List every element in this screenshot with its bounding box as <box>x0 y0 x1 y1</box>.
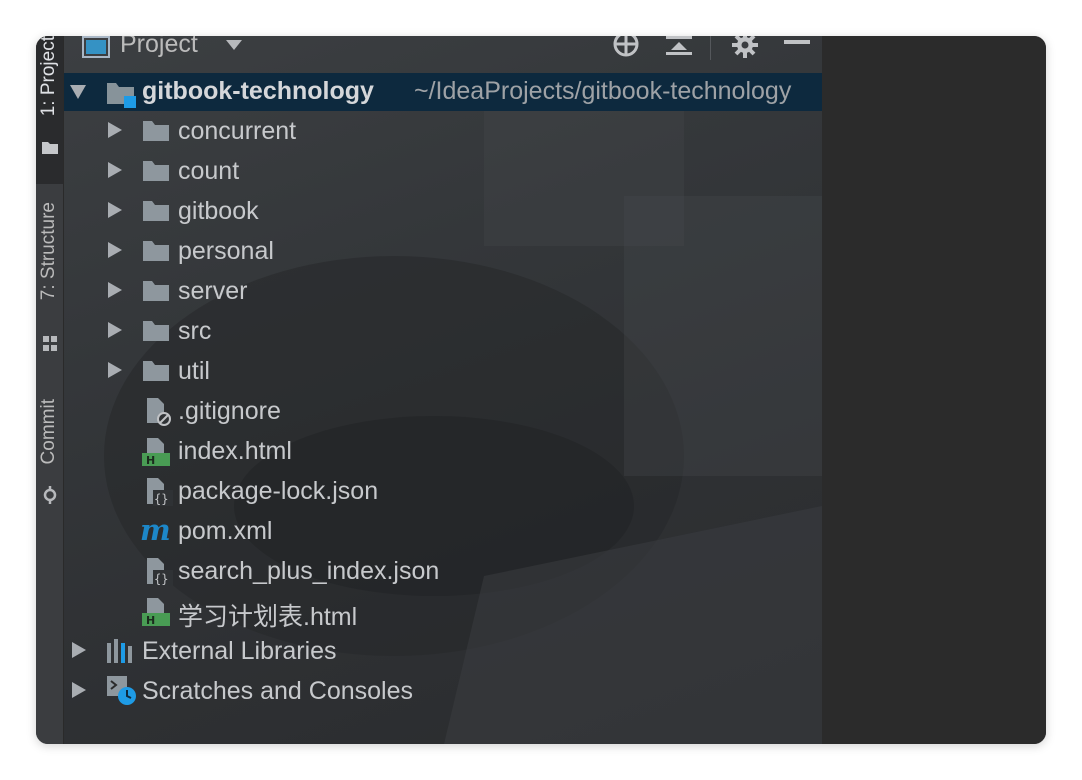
gear-icon[interactable] <box>730 36 760 60</box>
folder-icon <box>143 281 169 301</box>
json-file-icon: {} <box>147 558 173 586</box>
item-label: pom.xml <box>178 517 273 545</box>
tree-item-src[interactable]: src <box>64 313 822 353</box>
expand-arrow-icon[interactable] <box>70 85 86 99</box>
folder-icon <box>143 361 169 381</box>
ide-window: 1: Project 7: Structure Commit Project g… <box>36 36 1046 744</box>
folder-icon <box>143 161 169 181</box>
tree-item-gitignore[interactable]: .gitignore <box>64 393 822 433</box>
tree-item-util[interactable]: util <box>64 353 822 393</box>
item-label: index.html <box>178 437 292 465</box>
folder-icon <box>143 201 169 221</box>
item-label: .gitignore <box>178 397 281 425</box>
tab-commit[interactable]: Commit <box>36 391 63 511</box>
collapsed-arrow-icon[interactable] <box>108 162 122 178</box>
svg-text:H: H <box>146 614 155 627</box>
collapsed-arrow-icon[interactable] <box>72 642 86 658</box>
minimize-icon[interactable] <box>784 38 810 46</box>
structure-icon <box>43 336 57 351</box>
item-label: src <box>178 317 212 345</box>
tree-item-personal[interactable]: personal <box>64 233 822 273</box>
panel-title[interactable]: Project <box>120 36 198 59</box>
tree-root-row[interactable]: gitbook-technology ~/IdeaProjects/gitboo… <box>64 73 822 111</box>
gitignore-file-icon <box>147 398 171 426</box>
collapsed-arrow-icon[interactable] <box>108 122 122 138</box>
item-label: gitbook <box>178 197 259 225</box>
tree-item-scratches[interactable]: Scratches and Consoles <box>64 673 822 713</box>
tab-project[interactable]: 1: Project <box>36 36 63 184</box>
svg-text:{}: {} <box>154 572 168 586</box>
html-file-icon: H <box>142 438 170 467</box>
item-label: package-lock.json <box>178 477 379 505</box>
svg-text:m: m <box>140 517 171 547</box>
folder-icon <box>42 142 58 154</box>
tool-window-strip: 1: Project 7: Structure Commit <box>36 36 64 744</box>
tree-item-external-libraries[interactable]: External Libraries <box>64 633 822 673</box>
tree-item-concurrent[interactable]: concurrent <box>64 113 822 153</box>
tree-item-search-plus-index[interactable]: {} search_plus_index.json <box>64 553 822 593</box>
collapsed-arrow-icon[interactable] <box>108 242 122 258</box>
tab-structure[interactable]: 7: Structure <box>36 196 63 361</box>
item-label: Scratches and Consoles <box>142 677 413 705</box>
tree-item-package-lock[interactable]: {} package-lock.json <box>64 473 822 513</box>
root-path: ~/IdeaProjects/gitbook-technology <box>414 77 792 105</box>
item-label: count <box>178 157 240 185</box>
folder-icon <box>143 321 169 341</box>
locate-icon[interactable] <box>610 36 642 60</box>
collapsed-arrow-icon[interactable] <box>108 362 122 378</box>
item-label: concurrent <box>178 117 297 145</box>
project-panel: Project gitbook-technology ~/IdeaProject… <box>64 36 822 744</box>
collapsed-arrow-icon[interactable] <box>72 682 86 698</box>
dropdown-arrow-icon[interactable] <box>224 38 244 52</box>
html-file-icon: H <box>142 598 170 627</box>
json-file-icon: {} <box>147 478 173 506</box>
collapsed-arrow-icon[interactable] <box>108 202 122 218</box>
svg-text:H: H <box>146 454 155 467</box>
item-label: util <box>178 357 210 385</box>
collapsed-arrow-icon[interactable] <box>108 322 122 338</box>
panel-header: Project <box>64 36 822 72</box>
root-name: gitbook-technology <box>142 77 374 105</box>
item-label: 学习计划表.html <box>178 603 358 631</box>
item-label: server <box>178 277 248 305</box>
tree-item-server[interactable]: server <box>64 273 822 313</box>
module-folder-icon <box>107 83 136 108</box>
item-label: personal <box>178 237 274 265</box>
tree-item-index-html[interactable]: H index.html <box>64 433 822 473</box>
tree-item-study-plan-html[interactable]: H 学习计划表.html <box>64 593 822 633</box>
tree-item-gitbook[interactable]: gitbook <box>64 193 822 233</box>
svg-text:{}: {} <box>154 492 168 506</box>
commit-icon <box>43 486 57 504</box>
libraries-icon <box>107 639 132 663</box>
folder-icon <box>143 121 169 141</box>
collapsed-arrow-icon[interactable] <box>108 282 122 298</box>
folder-icon <box>143 241 169 261</box>
item-label: External Libraries <box>142 637 337 665</box>
tree-item-count[interactable]: count <box>64 153 822 193</box>
maven-file-icon: m <box>140 517 171 547</box>
header-divider <box>710 36 711 60</box>
tree-item-pom[interactable]: m pom.xml <box>64 513 822 553</box>
tab-project-label: 1: Project <box>38 36 59 117</box>
scratches-icon <box>107 676 136 705</box>
item-label: search_plus_index.json <box>178 557 440 585</box>
collapse-all-icon[interactable] <box>664 36 694 58</box>
tab-structure-label: 7: Structure <box>38 202 59 301</box>
editor-area <box>822 36 1046 744</box>
project-view-icon <box>82 36 110 58</box>
tab-commit-label: Commit <box>38 399 59 465</box>
